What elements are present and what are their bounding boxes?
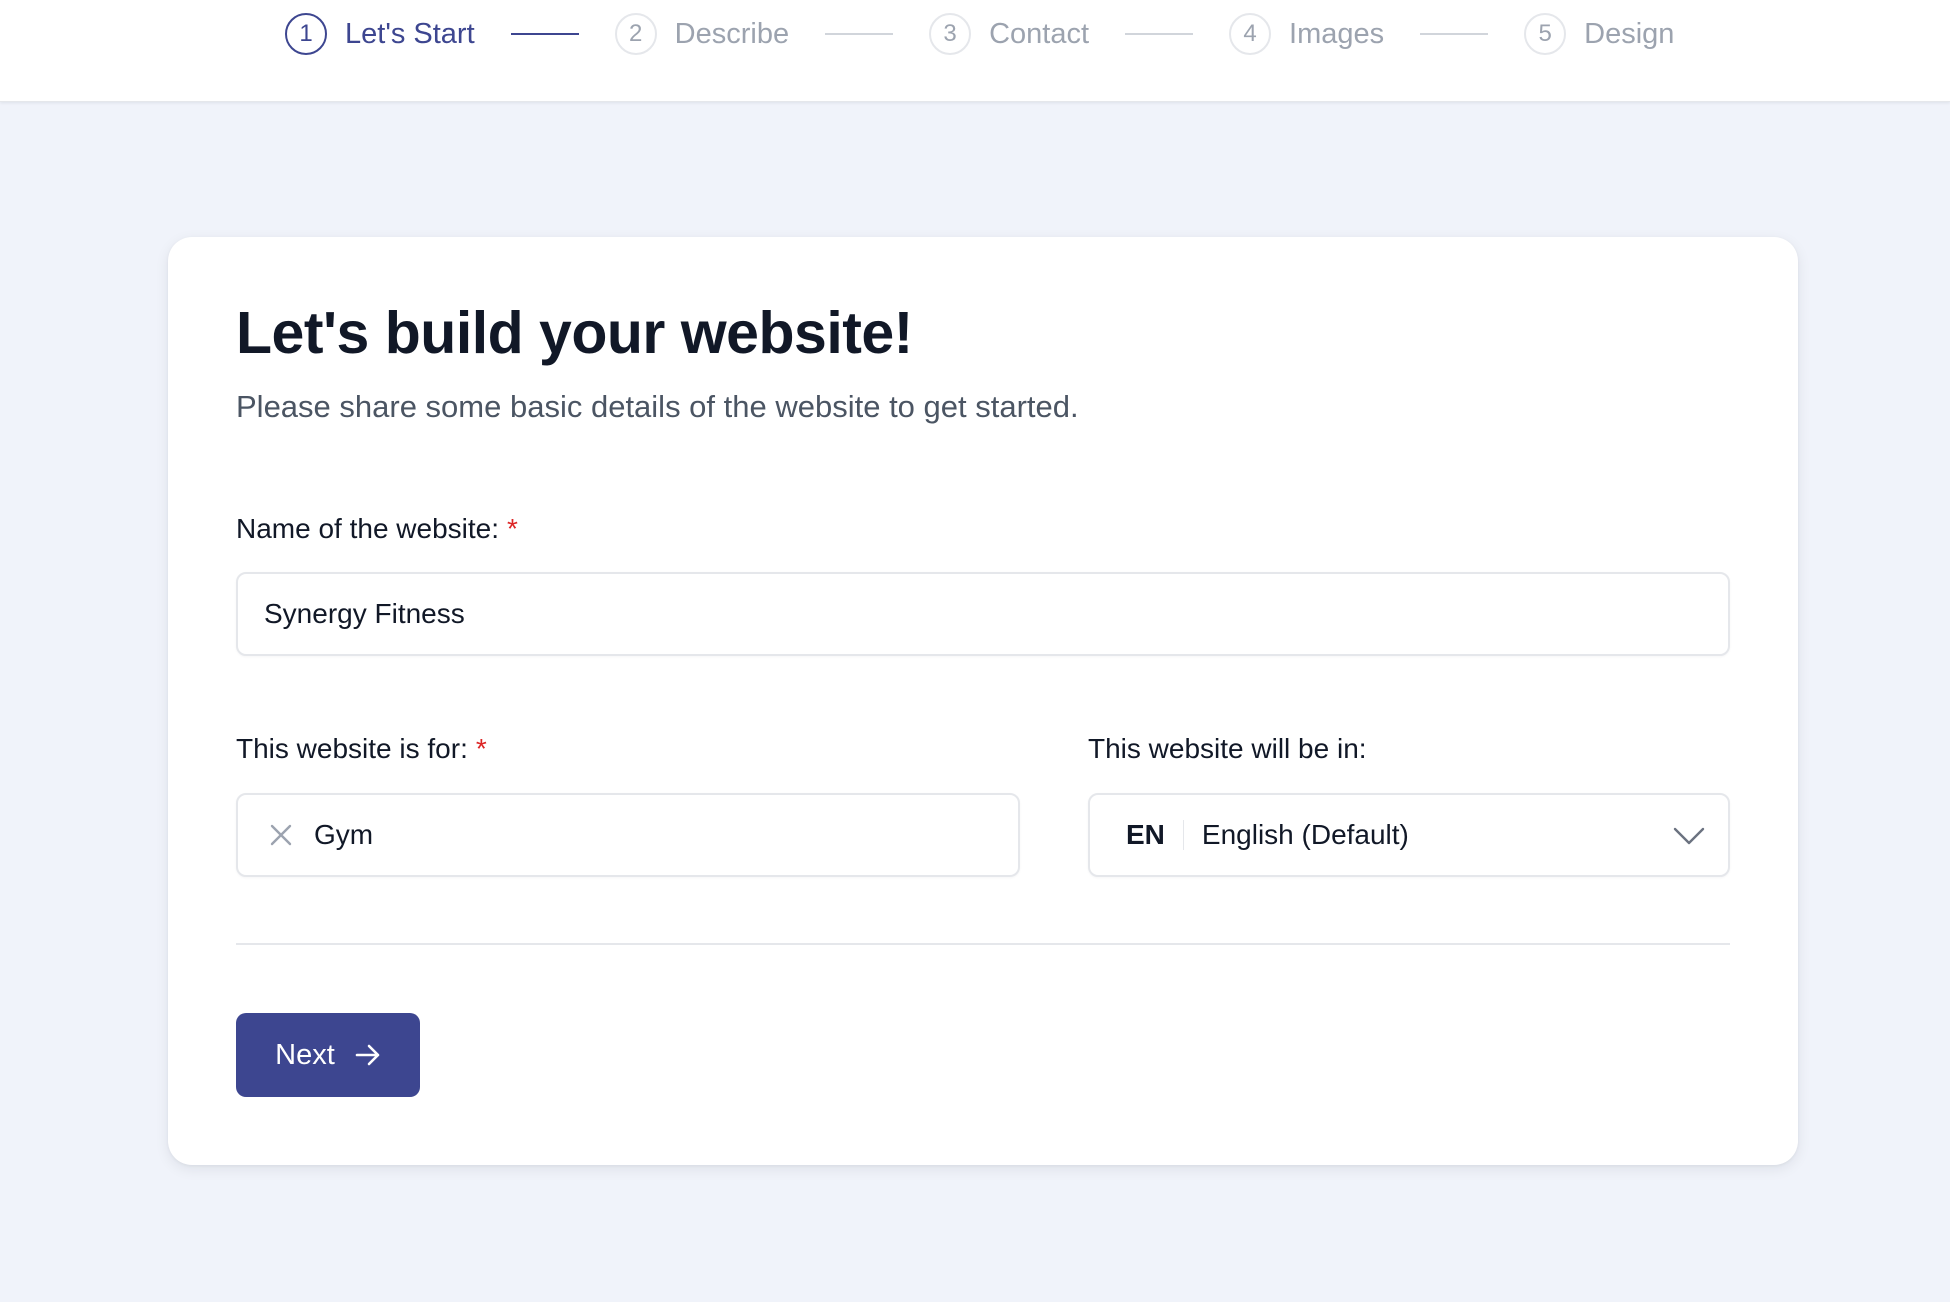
- step-contact[interactable]: 3 Contact: [929, 13, 1089, 55]
- stepper: 1 Let's Start 2 Describe 3 Contact 4 Ima…: [285, 0, 1674, 68]
- step-label: Let's Start: [345, 17, 475, 50]
- clear-icon[interactable]: [268, 822, 294, 848]
- step-images[interactable]: 4 Images: [1229, 13, 1384, 55]
- step-connector: [1420, 33, 1489, 35]
- next-button[interactable]: Next: [236, 1013, 420, 1097]
- step-label: Contact: [989, 17, 1090, 50]
- label-text: This website is for:: [236, 733, 468, 764]
- page-subtitle: Please share some basic details of the w…: [236, 389, 1079, 424]
- step-connector: [510, 33, 579, 35]
- label-text: This website will be in:: [1088, 733, 1367, 764]
- setup-card: Let's build your website! Please share s…: [168, 237, 1798, 1165]
- top-bar: 1 Let's Start 2 Describe 3 Contact 4 Ima…: [0, 0, 1950, 102]
- step-connector: [825, 33, 894, 35]
- website-name-field[interactable]: [236, 572, 1730, 656]
- label-text: Name of the website:: [236, 513, 500, 544]
- step-number: 2: [614, 13, 657, 55]
- step-label: Describe: [674, 17, 790, 50]
- language-code: EN: [1126, 819, 1165, 850]
- divider: [236, 943, 1730, 945]
- required-mark: *: [507, 513, 518, 544]
- website-name-label: Name of the website: *: [236, 513, 518, 545]
- step-number: 4: [1229, 13, 1272, 55]
- language-separator: [1182, 820, 1184, 850]
- website-category-field[interactable]: Gym: [236, 793, 1020, 877]
- next-button-label: Next: [275, 1038, 335, 1071]
- step-connector: [1125, 33, 1194, 35]
- step-label: Images: [1289, 17, 1385, 50]
- step-number: 1: [285, 13, 327, 55]
- website-name-input[interactable]: [238, 574, 1728, 654]
- required-mark: *: [475, 733, 487, 764]
- step-lets-start[interactable]: 1 Let's Start: [285, 13, 475, 55]
- step-design[interactable]: 5 Design: [1524, 13, 1674, 55]
- website-language-label: This website will be in:: [1088, 733, 1367, 765]
- language-value: English (Default): [1201, 819, 1409, 850]
- step-describe[interactable]: 2 Describe: [614, 13, 790, 55]
- category-value: Gym: [314, 819, 374, 850]
- arrow-right-icon: [355, 1044, 381, 1066]
- chevron-down-icon[interactable]: [1672, 821, 1706, 851]
- step-number: 5: [1524, 13, 1567, 55]
- website-category-label: This website is for: *: [236, 733, 487, 765]
- step-number: 3: [929, 13, 972, 55]
- page-title: Let's build your website!: [236, 300, 913, 366]
- step-label: Design: [1584, 17, 1675, 50]
- website-language-select[interactable]: EN English (Default): [1088, 793, 1730, 877]
